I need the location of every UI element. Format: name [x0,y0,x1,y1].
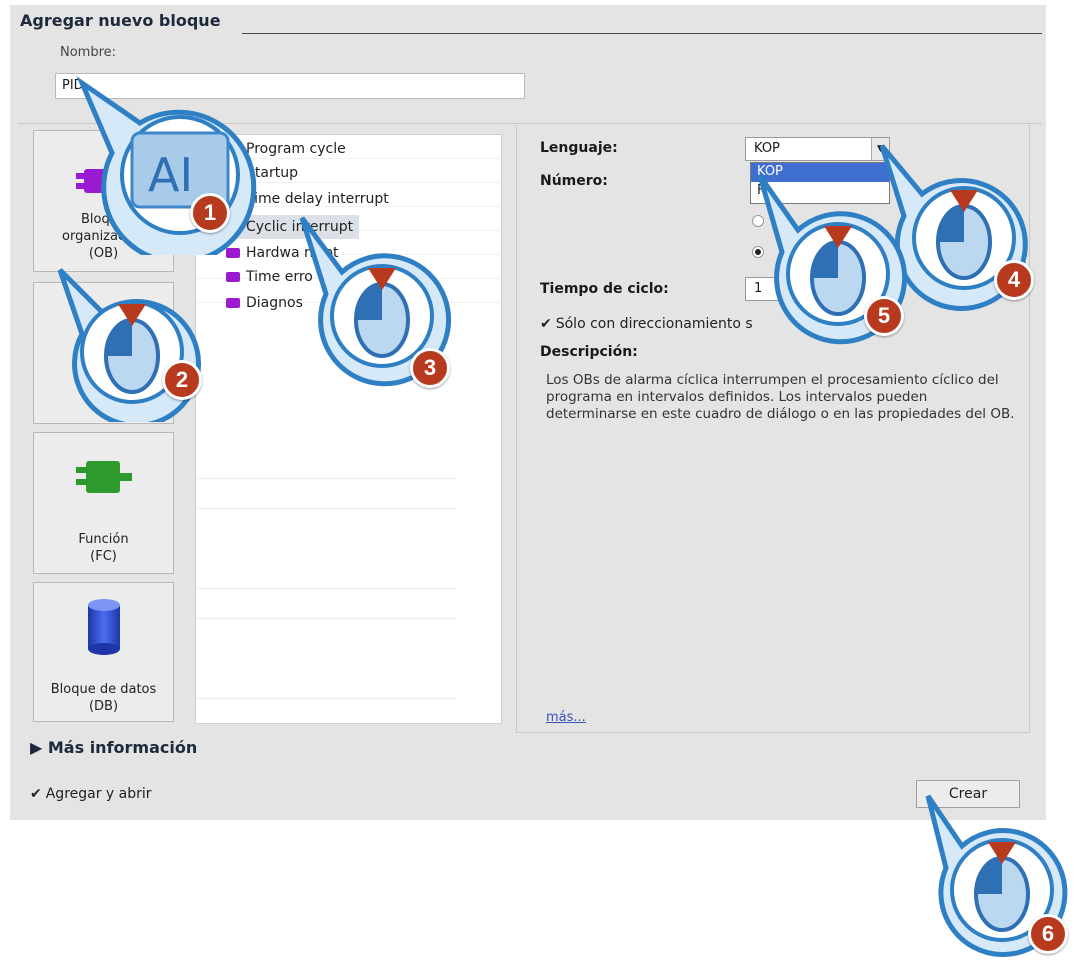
text-cursor-bubble-icon: AI [76,76,257,265]
callout-2: 2 [42,262,212,428]
callout-3: 3 [292,210,462,390]
language-label: Lenguaje: [540,140,618,156]
description-text: Los OBs de alarma cíclica interrumpen el… [546,372,1015,422]
db-block-icon [87,599,120,655]
more-info-label: Más información [47,738,198,757]
checkmark-icon: ✔ [30,786,42,802]
language-value: KOP [754,141,780,156]
description-label: Descripción: [540,344,638,360]
step-badge-4: 4 [994,260,1034,300]
tile-label-line1: Función [78,532,129,547]
cycle-time-label: Tiempo de ciclo: [540,281,669,297]
tile-data-block[interactable]: Bloque de datos (DB) [33,582,174,722]
tile-label-line1: Bloque de datos [50,682,157,697]
list-item-label: Time delay interrupt [246,191,389,207]
list-item-label: Program cycle [246,141,346,157]
list-divider [196,595,456,619]
step-badge-3: 3 [410,348,450,388]
step-badge-5: 5 [864,296,904,336]
symbolic-access-checkbox[interactable]: ✔ Sólo con direccionamiento s [540,316,753,332]
tile-label-line2: (DB) [88,699,119,714]
step-badge-6: 6 [1028,914,1068,954]
triangle-right-icon: ▶ [30,738,48,757]
ob-item-icon [226,298,240,308]
list-divider [196,485,456,509]
checkmark-icon: ✔ [540,316,552,332]
list-divider [196,675,456,699]
language-select[interactable]: KOP ▼ [745,137,890,161]
fc-block-icon [75,461,132,493]
list-divider [196,565,456,589]
list-divider [196,455,456,479]
number-label: Número: [540,173,608,189]
tile-label-line2: (FC) [90,549,117,564]
step-badge-1: 1 [190,193,230,233]
callout-1: AI 1 [70,75,260,265]
more-link[interactable]: más... [546,710,586,725]
ob-item-icon [226,272,240,282]
title-divider [242,33,1042,34]
step-badge-2: 2 [162,360,202,400]
name-label: Nombre: [60,45,117,60]
tile-function[interactable]: Función (FC) [33,432,174,574]
dialog-title: Agregar nuevo bloque [20,11,221,30]
callout-6: 6 [920,790,1070,960]
svg-text:AI: AI [148,148,193,202]
add-and-open-label: Agregar y abrir [45,786,152,802]
add-and-open-checkbox[interactable]: ✔ Agregar y abrir [30,786,152,802]
callout-5: 5 [750,168,925,353]
symbolic-access-label: Sólo con direccionamiento s [555,316,753,332]
screen: Agregar nuevo bloque Nombre: PID Bloque … [0,0,1076,960]
more-info-toggle[interactable]: ▶ Más información [30,738,197,757]
